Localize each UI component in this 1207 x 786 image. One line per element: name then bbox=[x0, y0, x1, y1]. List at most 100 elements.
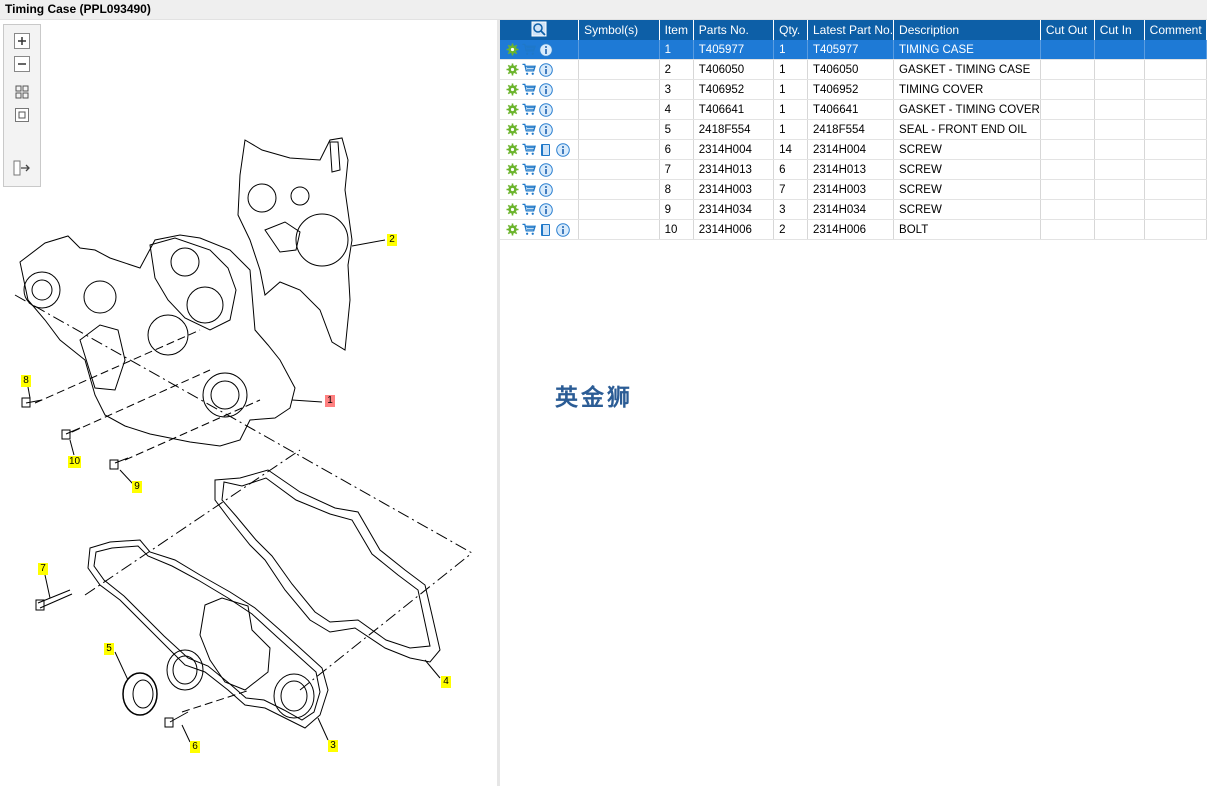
table-row[interactable]: 7 2314H013 6 2314H013 SCREW bbox=[500, 159, 1207, 180]
shopping-cart-icon[interactable] bbox=[522, 63, 536, 77]
settings-gear-icon[interactable] bbox=[505, 143, 519, 157]
cell-cut-in bbox=[1094, 59, 1145, 80]
shopping-cart-icon[interactable] bbox=[522, 143, 536, 157]
settings-gear-icon[interactable] bbox=[505, 63, 519, 77]
table-row[interactable]: 9 2314H034 3 2314H034 SCREW bbox=[500, 199, 1207, 220]
table-row[interactable]: 5 2418F554 1 2418F554 SEAL - FRONT END OIL bbox=[500, 119, 1207, 140]
callout-6[interactable]: 6 bbox=[190, 741, 200, 753]
col-header-item[interactable]: Item bbox=[659, 20, 694, 40]
callout-2[interactable]: 2 bbox=[387, 234, 397, 246]
book-icon[interactable] bbox=[539, 223, 553, 237]
callout-3[interactable]: 3 bbox=[328, 740, 338, 752]
shopping-cart-icon[interactable] bbox=[522, 203, 536, 217]
col-header-cut-in[interactable]: Cut In bbox=[1094, 20, 1145, 40]
cell-latest-part-no: T406641 bbox=[807, 99, 895, 120]
fit-window-icon[interactable] bbox=[13, 106, 31, 124]
table-row[interactable]: 1 T405977 1 T405977 TIMING CASE bbox=[500, 40, 1207, 60]
shopping-cart-icon[interactable] bbox=[522, 223, 536, 237]
settings-gear-icon[interactable] bbox=[505, 83, 519, 97]
cell-cut-out bbox=[1040, 40, 1095, 60]
col-header-comment[interactable]: Comment bbox=[1144, 20, 1207, 40]
cell-description: SCREW bbox=[893, 179, 1041, 200]
shopping-cart-icon[interactable] bbox=[522, 103, 536, 117]
settings-gear-icon[interactable] bbox=[505, 103, 519, 117]
settings-gear-icon[interactable] bbox=[505, 163, 519, 177]
info-icon[interactable] bbox=[539, 62, 553, 77]
table-row[interactable]: 2 T406050 1 T406050 GASKET - TIMING CASE bbox=[500, 59, 1207, 80]
callout-1[interactable]: 1 bbox=[325, 395, 335, 407]
info-icon[interactable] bbox=[539, 42, 553, 57]
col-header-symbols[interactable]: Symbol(s) bbox=[578, 20, 660, 40]
cell-parts-no: T405977 bbox=[693, 40, 775, 60]
zoom-out-icon[interactable] bbox=[13, 55, 31, 73]
exploded-diagram[interactable] bbox=[0, 20, 497, 786]
row-action-icons bbox=[500, 179, 580, 200]
table-row[interactable]: 4 T406641 1 T406641 GASKET - TIMING COVER bbox=[500, 99, 1207, 120]
shopping-cart-icon[interactable] bbox=[522, 183, 536, 197]
cell-comment bbox=[1144, 139, 1207, 160]
col-header-parts-no[interactable]: Parts No. bbox=[693, 20, 775, 40]
table-row[interactable]: 10 2314H006 2 2314H006 BOLT bbox=[500, 219, 1207, 240]
cell-item: 8 bbox=[659, 179, 694, 200]
info-icon[interactable] bbox=[556, 222, 570, 237]
callout-4[interactable]: 4 bbox=[441, 676, 451, 688]
zoom-in-icon[interactable] bbox=[13, 32, 31, 50]
cell-cut-in bbox=[1094, 199, 1145, 220]
cell-description: GASKET - TIMING COVER bbox=[893, 99, 1041, 120]
info-icon[interactable] bbox=[539, 182, 553, 197]
cell-qty: 14 bbox=[773, 139, 808, 160]
shopping-cart-icon[interactable] bbox=[522, 83, 536, 97]
callout-10[interactable]: 10 bbox=[68, 456, 82, 468]
search-header-cell[interactable] bbox=[500, 20, 580, 40]
col-header-latest-part-no[interactable]: Latest Part No. bbox=[807, 20, 895, 40]
settings-gear-icon[interactable] bbox=[505, 223, 519, 237]
info-icon[interactable] bbox=[539, 202, 553, 217]
row-action-icons bbox=[500, 99, 580, 120]
col-header-qty[interactable]: Qty. bbox=[773, 20, 808, 40]
table-row[interactable]: 6 2314H004 14 2314H004 SCREW bbox=[500, 139, 1207, 160]
callout-8[interactable]: 8 bbox=[21, 375, 31, 387]
cell-cut-in bbox=[1094, 99, 1145, 120]
cell-qty: 6 bbox=[773, 159, 808, 180]
callout-7[interactable]: 7 bbox=[38, 563, 48, 575]
cell-item: 2 bbox=[659, 59, 694, 80]
callout-9[interactable]: 9 bbox=[132, 481, 142, 493]
info-icon[interactable] bbox=[539, 82, 553, 97]
settings-gear-icon[interactable] bbox=[505, 123, 519, 137]
cell-symbols bbox=[578, 179, 660, 200]
cell-cut-out bbox=[1040, 119, 1095, 140]
row-action-icons bbox=[500, 119, 580, 140]
info-icon[interactable] bbox=[539, 162, 553, 177]
col-header-description[interactable]: Description bbox=[893, 20, 1041, 40]
shopping-cart-icon[interactable] bbox=[522, 123, 536, 137]
cell-cut-out bbox=[1040, 219, 1095, 240]
table-row[interactable]: 3 T406952 1 T406952 TIMING COVER bbox=[500, 79, 1207, 100]
cell-qty: 1 bbox=[773, 99, 808, 120]
cell-comment bbox=[1144, 179, 1207, 200]
cell-symbols bbox=[578, 219, 660, 240]
col-header-cut-out[interactable]: Cut Out bbox=[1040, 20, 1095, 40]
row-action-icons bbox=[500, 199, 580, 220]
info-icon[interactable] bbox=[539, 122, 553, 137]
info-icon[interactable] bbox=[539, 102, 553, 117]
shopping-cart-icon[interactable] bbox=[522, 163, 536, 177]
icon-group bbox=[505, 62, 578, 77]
fit-all-icon[interactable] bbox=[13, 83, 31, 101]
settings-gear-icon[interactable] bbox=[505, 203, 519, 217]
cell-description: SCREW bbox=[893, 199, 1041, 220]
book-icon[interactable] bbox=[539, 143, 553, 157]
shopping-cart-icon[interactable] bbox=[522, 43, 536, 57]
info-icon[interactable] bbox=[556, 142, 570, 157]
callout-5[interactable]: 5 bbox=[104, 643, 114, 655]
icon-group bbox=[505, 122, 578, 137]
settings-gear-icon[interactable] bbox=[505, 43, 519, 57]
cell-parts-no: 2314H003 bbox=[693, 179, 775, 200]
cell-latest-part-no: 2314H004 bbox=[807, 139, 895, 160]
cell-cut-out bbox=[1040, 139, 1095, 160]
settings-gear-icon[interactable] bbox=[505, 183, 519, 197]
table-row[interactable]: 8 2314H003 7 2314H003 SCREW bbox=[500, 179, 1207, 200]
search-icon[interactable] bbox=[531, 21, 547, 37]
cell-comment bbox=[1144, 99, 1207, 120]
export-icon[interactable] bbox=[13, 159, 31, 177]
cell-comment bbox=[1144, 59, 1207, 80]
